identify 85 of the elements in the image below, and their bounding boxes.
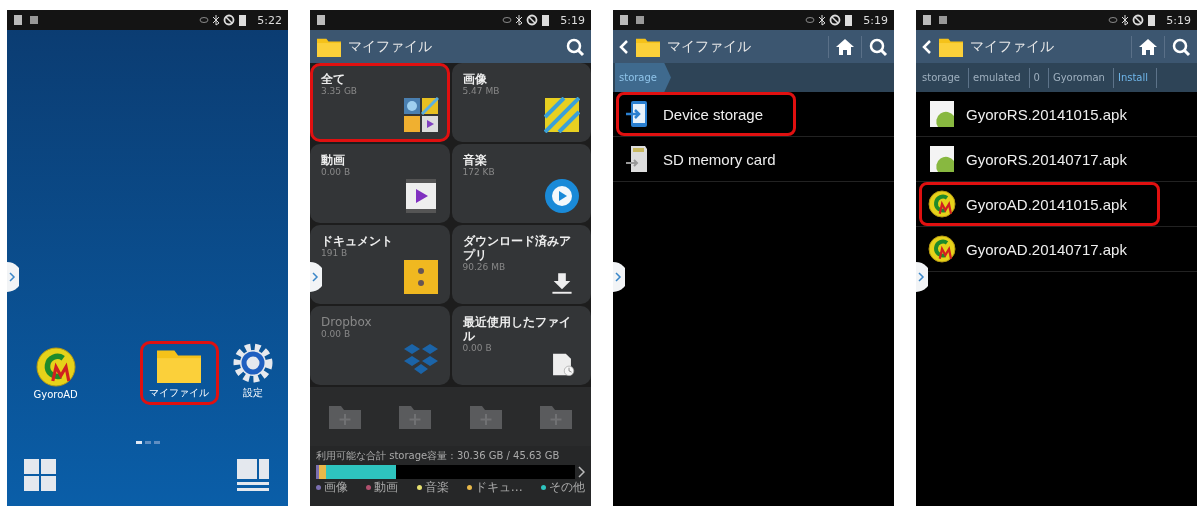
tile-size: 90.26 MB	[462, 262, 507, 272]
notification-icon	[635, 14, 645, 26]
search-icon[interactable]	[868, 36, 888, 57]
document-icon	[402, 259, 439, 295]
notification-icon	[922, 14, 932, 26]
tile-label: 動画	[321, 153, 346, 167]
legend-label: 画像	[324, 481, 348, 494]
side-handle[interactable]	[7, 262, 19, 292]
side-handle[interactable]	[613, 262, 625, 292]
add-folder-icon[interactable]	[398, 403, 433, 430]
add-folder-icon[interactable]	[328, 403, 363, 430]
legend-label: ドキュ…	[474, 481, 523, 494]
tile-label: 最近使用したファイル	[462, 315, 572, 343]
back-icon[interactable]	[619, 38, 629, 55]
tile-label: 全て	[321, 72, 346, 86]
app-shortcut[interactable]: 設定	[218, 337, 288, 405]
status-time: 5:22	[257, 13, 282, 27]
tile-label: 画像	[462, 72, 488, 86]
notification-icon	[316, 14, 326, 26]
add-folder-icon[interactable]	[468, 403, 503, 430]
category-tile[interactable]: ドキュメント 191 B	[310, 225, 450, 304]
notification-icon	[619, 14, 629, 26]
file-row[interactable]: GyoroAD.20140717.apk	[919, 227, 1136, 271]
tile-size: 5.47 MB	[462, 86, 501, 96]
apk-file-icon	[928, 100, 956, 128]
legend-label: その他	[549, 481, 585, 494]
breadcrumb[interactable]: emulated	[969, 67, 1030, 88]
legend-label: 音楽	[424, 481, 449, 494]
tile-label: ダウンロード済みアプリ	[462, 234, 572, 262]
apk-file-icon	[928, 145, 956, 173]
app-logo-icon	[928, 235, 956, 263]
category-tile[interactable]: ダウンロード済みアプリ 90.26 MB	[451, 225, 591, 304]
category-tile[interactable]: 全て 3.35 GB	[310, 63, 450, 142]
legend-label: 動画	[374, 481, 399, 494]
breadcrumb[interactable]: Gyoroman	[1048, 67, 1114, 88]
file-row[interactable]: GyoroRS.20140717.apk	[919, 137, 1136, 181]
chevron-right-icon[interactable]	[578, 466, 585, 478]
app-shortcut[interactable]: GyoroAD	[21, 342, 91, 405]
notification-icon	[29, 14, 39, 26]
home-icon[interactable]	[1138, 37, 1158, 56]
image-thumbnail-icon	[544, 97, 580, 133]
collage-icon	[402, 97, 439, 133]
storage-summary: 利用可能な合計 storage容量 : 30.36 GB / 45.63 GB	[316, 449, 561, 463]
notification-icon	[938, 14, 948, 26]
app-logo-icon	[928, 190, 956, 218]
settings-icon	[232, 342, 275, 384]
category-tile[interactable]: 最近使用したファイル 0.00 B	[451, 306, 591, 385]
screen-title: マイファイル	[667, 37, 752, 56]
app-logo-icon	[35, 347, 76, 387]
tile-size: 191 B	[321, 248, 349, 258]
breadcrumb[interactable]: Install	[1113, 67, 1158, 88]
screen-title: マイファイル	[970, 37, 1055, 56]
status-time: 5:19	[1166, 13, 1191, 27]
back-icon[interactable]	[922, 38, 932, 55]
search-icon[interactable]	[565, 36, 585, 57]
tile-label: 音楽	[462, 153, 488, 167]
category-tile[interactable]: 音楽 172 KB	[451, 144, 591, 223]
add-folder-icon[interactable]	[538, 403, 573, 430]
file-row[interactable]: SD memory card	[616, 137, 785, 181]
category-tile[interactable]: 動画 0.00 B	[310, 144, 450, 223]
apps-grid-icon[interactable]	[23, 458, 57, 492]
file-row[interactable]: GyoroRS.20141015.apk	[919, 92, 1136, 136]
category-tile[interactable]: 画像 5.47 MB	[451, 63, 591, 142]
tile-size: 3.35 GB	[321, 86, 359, 96]
music-icon	[544, 178, 580, 214]
file-row[interactable]: Device storage	[616, 92, 797, 136]
side-handle[interactable]	[310, 262, 322, 292]
notification-icon	[13, 14, 23, 26]
tile-size: 0.00 B	[321, 167, 352, 177]
tile-label: ドキュメント	[321, 234, 394, 248]
home-icon[interactable]	[835, 37, 855, 56]
tile-label: Dropbox	[321, 315, 373, 329]
search-icon[interactable]	[1171, 36, 1191, 57]
widgets-icon[interactable]	[236, 458, 270, 492]
file-row[interactable]: GyoroAD.20141015.apk	[919, 182, 1160, 226]
breadcrumb[interactable]: 0	[1029, 67, 1049, 88]
tile-size: 0.00 B	[321, 329, 352, 339]
side-handle[interactable]	[916, 262, 928, 292]
tile-size: 172 KB	[462, 167, 496, 177]
status-time: 5:19	[560, 13, 585, 27]
tile-size: 0.00 B	[462, 343, 493, 353]
app-shortcut[interactable]: マイファイル	[140, 341, 219, 405]
screen-title: マイファイル	[348, 37, 433, 56]
status-time: 5:19	[863, 13, 888, 27]
breadcrumb[interactable]: storage	[918, 67, 969, 88]
